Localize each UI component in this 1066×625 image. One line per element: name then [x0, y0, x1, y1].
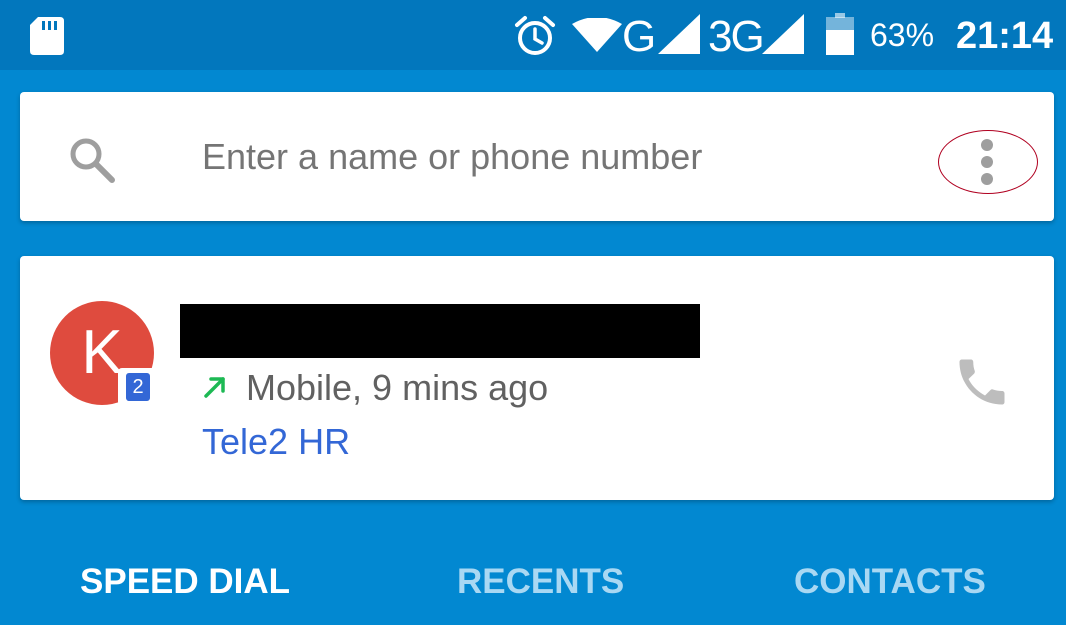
- carrier-label: Tele2 HR: [202, 421, 351, 462]
- tab-contacts[interactable]: CONTACTS: [794, 560, 986, 604]
- sim-badge: 2: [118, 368, 156, 406]
- signal-icon: [762, 14, 804, 54]
- wifi-icon: [572, 18, 622, 52]
- search-icon: [70, 138, 115, 183]
- alarm-icon: [515, 16, 555, 55]
- battery-percentage: 63%: [870, 17, 935, 53]
- redacted-contact-name: [180, 304, 700, 358]
- more-options-button[interactable]: [938, 130, 1038, 194]
- call-detail: Mobile, 9 mins ago: [246, 367, 549, 408]
- search-input[interactable]: [202, 132, 902, 182]
- tab-recents[interactable]: RECENTS: [457, 560, 624, 604]
- status-bar: G 3G 63% 21:14: [0, 0, 1066, 70]
- search-bar[interactable]: [20, 92, 1054, 221]
- network-type-label: 3G: [708, 12, 765, 61]
- sd-card-icon: [30, 17, 64, 55]
- tab-speed-dial[interactable]: SPEED DIAL: [80, 560, 290, 604]
- network-type-label: G: [622, 12, 656, 61]
- sim-slot-number: 2: [126, 373, 150, 401]
- clock: 21:14: [956, 15, 1054, 57]
- outgoing-arrow-icon: [204, 377, 225, 398]
- battery-icon: [826, 13, 854, 55]
- phone-icon[interactable]: [950, 352, 1014, 412]
- recent-call-card[interactable]: K 2 Mobile, 9 mins ago Tele2 HR: [20, 256, 1054, 500]
- signal-icon: [658, 14, 700, 54]
